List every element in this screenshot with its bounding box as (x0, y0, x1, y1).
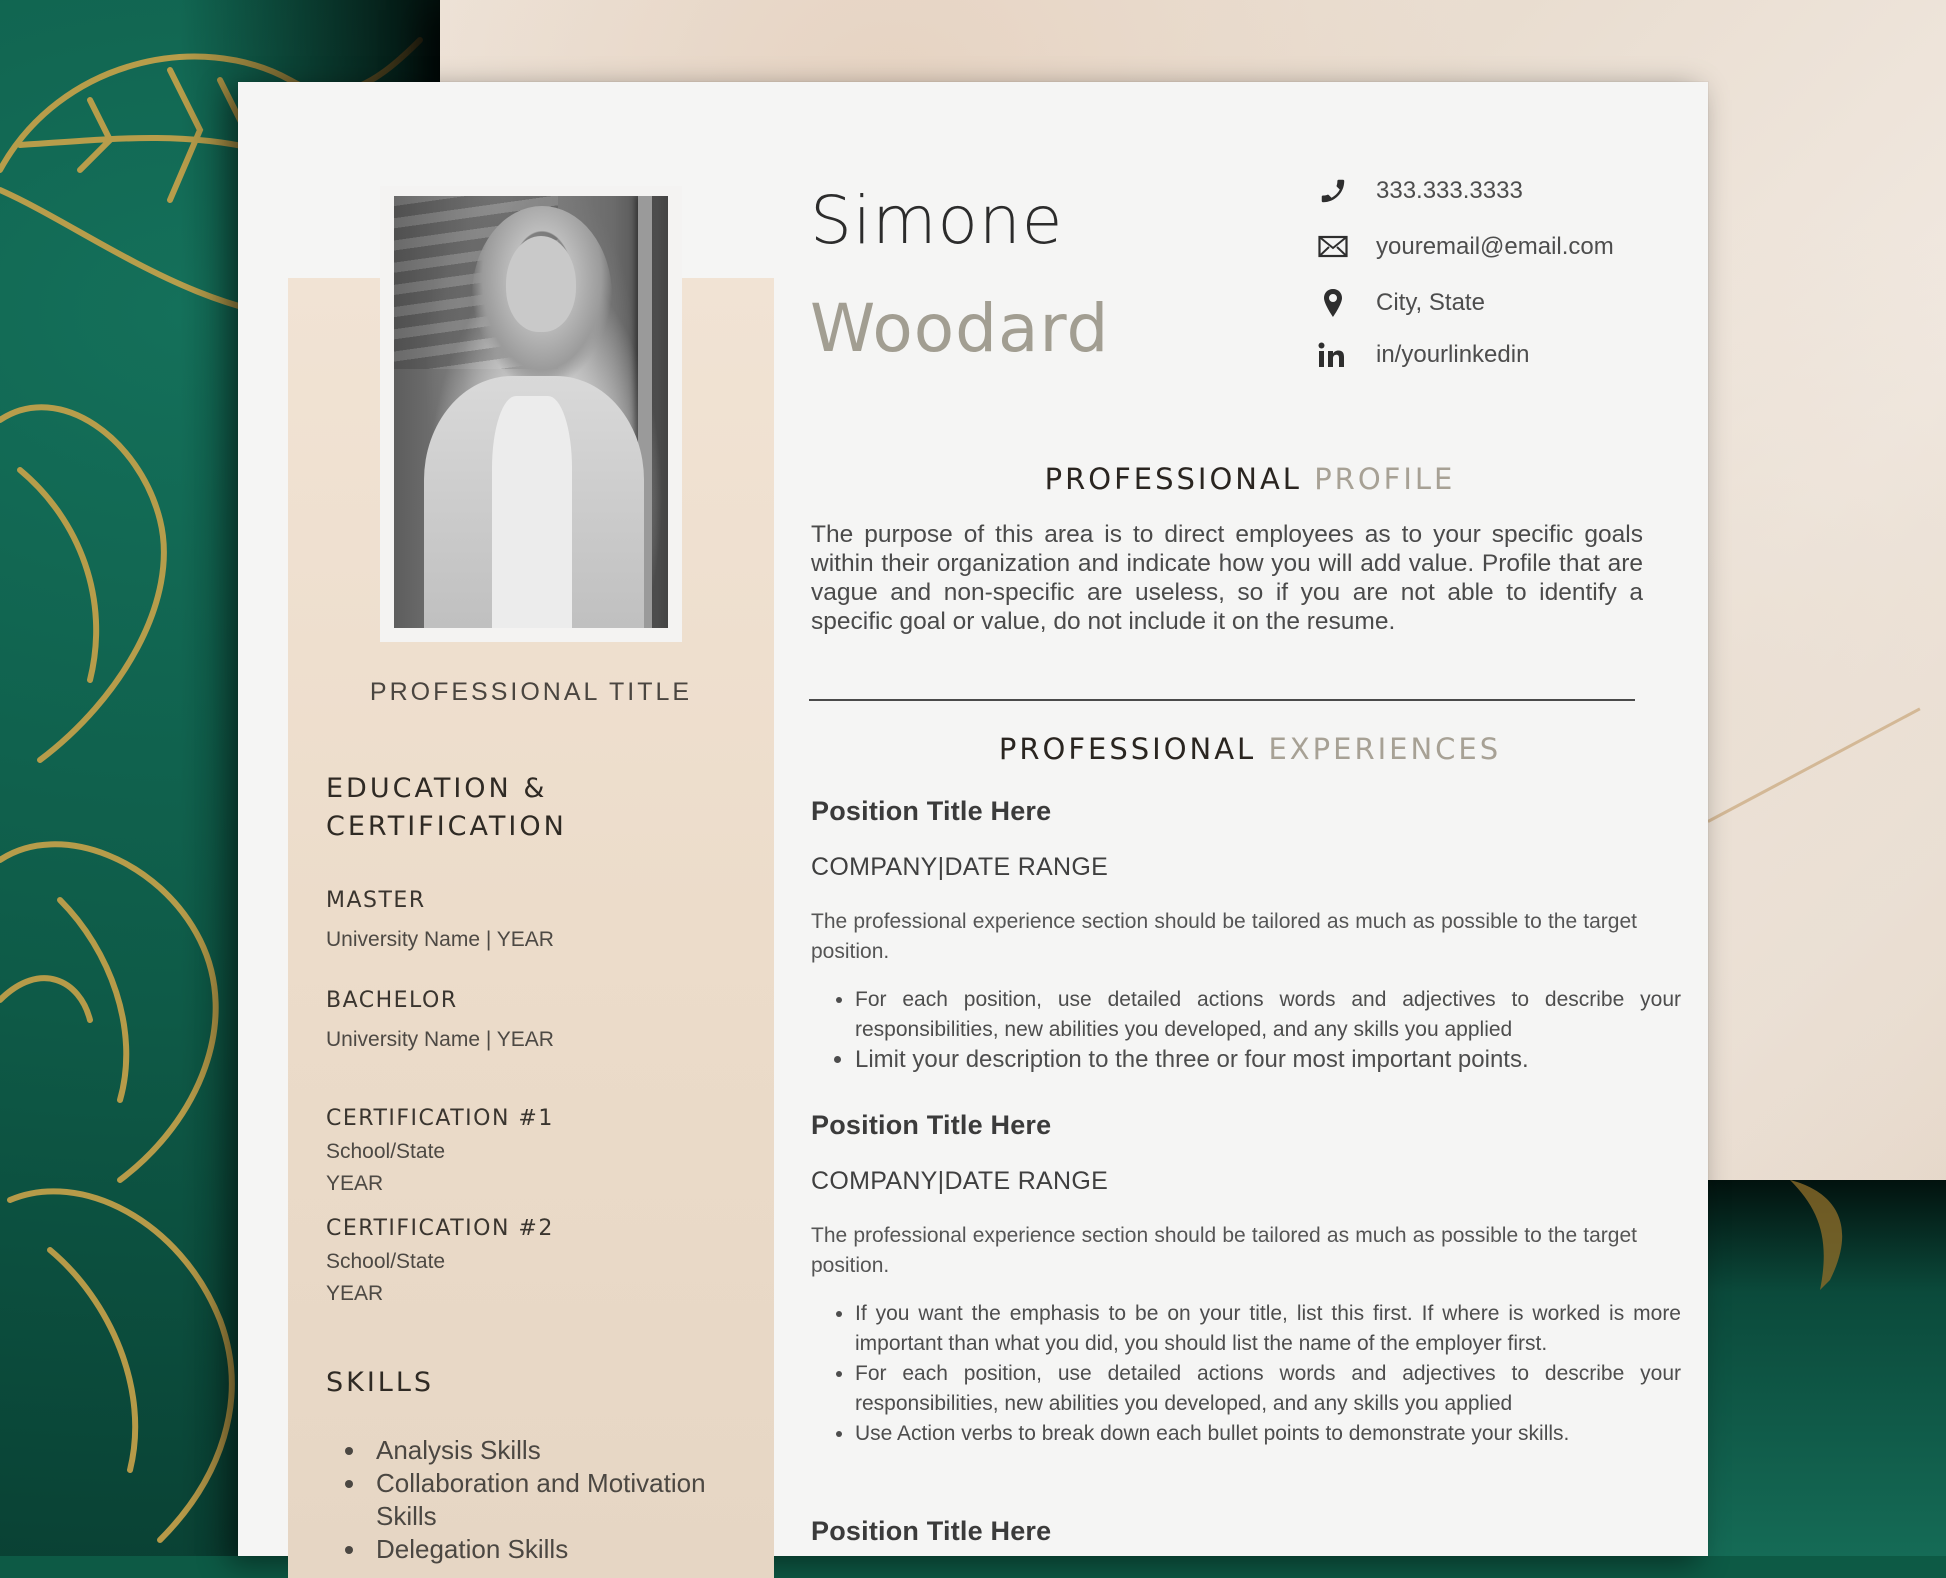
degree-master-detail: University Name | YEAR (326, 928, 554, 951)
bullet-item: If you want the emphasis to be on your t… (855, 1299, 1681, 1359)
contact-linkedin: in/yourlinkedin (1316, 338, 1529, 372)
experience-heading: PROFESSIONAL EXPERIENCES (810, 732, 1690, 766)
envelope-icon (1316, 230, 1350, 264)
location-pin-icon (1316, 286, 1350, 320)
email-text[interactable]: youremail@email.com (1376, 233, 1614, 261)
linkedin-icon (1316, 338, 1350, 372)
position-1-title: Position Title Here (811, 796, 1052, 826)
education-heading-line1: EDUCATION & (326, 773, 548, 804)
degree-bachelor-detail: University Name | YEAR (326, 1028, 554, 1051)
certification-1-year: YEAR (326, 1172, 384, 1195)
education-heading: EDUCATION & CERTIFICATION (326, 770, 567, 846)
bullet-item: Use Action verbs to break down each bull… (855, 1419, 1681, 1449)
first-name: Simone (810, 182, 1064, 259)
certification-2-year: YEAR (326, 1282, 384, 1305)
profile-heading: PROFESSIONAL PROFILE (810, 462, 1690, 496)
position-1-description: The professional experience section shou… (811, 910, 1637, 963)
position-3-title: Position Title Here (811, 1516, 1052, 1546)
contact-phone: 333.333.3333 (1316, 174, 1523, 208)
resume-page: PROFESSIONAL TITLE EDUCATION & CERTIFICA… (238, 82, 1708, 1578)
degree-master: MASTER (326, 888, 426, 913)
experience-heading-light: EXPERIENCES (1268, 732, 1502, 766)
position-2-title: Position Title Here (811, 1110, 1052, 1140)
professional-title: PROFESSIONAL TITLE (369, 678, 693, 706)
phone-icon (1316, 174, 1350, 208)
position-2-bullets: If you want the emphasis to be on your t… (811, 1299, 1681, 1449)
experience-heading-dark: PROFESSIONAL (998, 732, 1257, 766)
bullet-item: For each position, use detailed actions … (855, 1359, 1681, 1419)
bullet-item: Limit your description to the three or f… (855, 1045, 1681, 1075)
photo-face (506, 236, 576, 332)
certification-2-school: School/State (326, 1250, 446, 1273)
photo-shirt (492, 396, 572, 628)
position-1-company: COMPANY|DATE RANGE (811, 853, 1109, 881)
gold-leaf-tip-illustration (1790, 1180, 1843, 1290)
profile-photo (394, 196, 668, 628)
bullet-item: For each position, use detailed actions … (855, 985, 1681, 1045)
profile-text: The purpose of this area is to direct em… (811, 521, 1643, 635)
skills-list: Analysis Skills Collaboration and Motiva… (326, 1434, 748, 1566)
linkedin-text[interactable]: in/yourlinkedin (1376, 341, 1529, 369)
profile-heading-dark: PROFESSIONAL (1044, 462, 1302, 496)
section-divider (809, 699, 1635, 701)
position-2-description: The professional experience section shou… (811, 1224, 1637, 1277)
location-text: City, State (1376, 289, 1485, 316)
certification-1-title: CERTIFICATION #1 (326, 1106, 554, 1131)
position-2-company: COMPANY|DATE RANGE (811, 1167, 1109, 1195)
skill-item: Collaboration and Motivation Skills (368, 1467, 748, 1533)
profile-heading-light: PROFILE (1314, 462, 1456, 496)
phone-text[interactable]: 333.333.3333 (1376, 177, 1523, 205)
skill-item: Delegation Skills (368, 1533, 748, 1566)
degree-bachelor: BACHELOR (326, 988, 458, 1013)
skills-heading: SKILLS (326, 1367, 435, 1398)
education-heading-line2: CERTIFICATION (326, 811, 567, 842)
skill-item: Analysis Skills (368, 1434, 748, 1467)
certification-2-title: CERTIFICATION #2 (326, 1216, 554, 1241)
last-name: Woodard (810, 290, 1110, 367)
contact-email: youremail@email.com (1316, 230, 1614, 264)
position-1-bullets: For each position, use detailed actions … (811, 985, 1681, 1075)
contact-location: City, State (1316, 286, 1485, 320)
certification-1-school: School/State (326, 1140, 446, 1163)
